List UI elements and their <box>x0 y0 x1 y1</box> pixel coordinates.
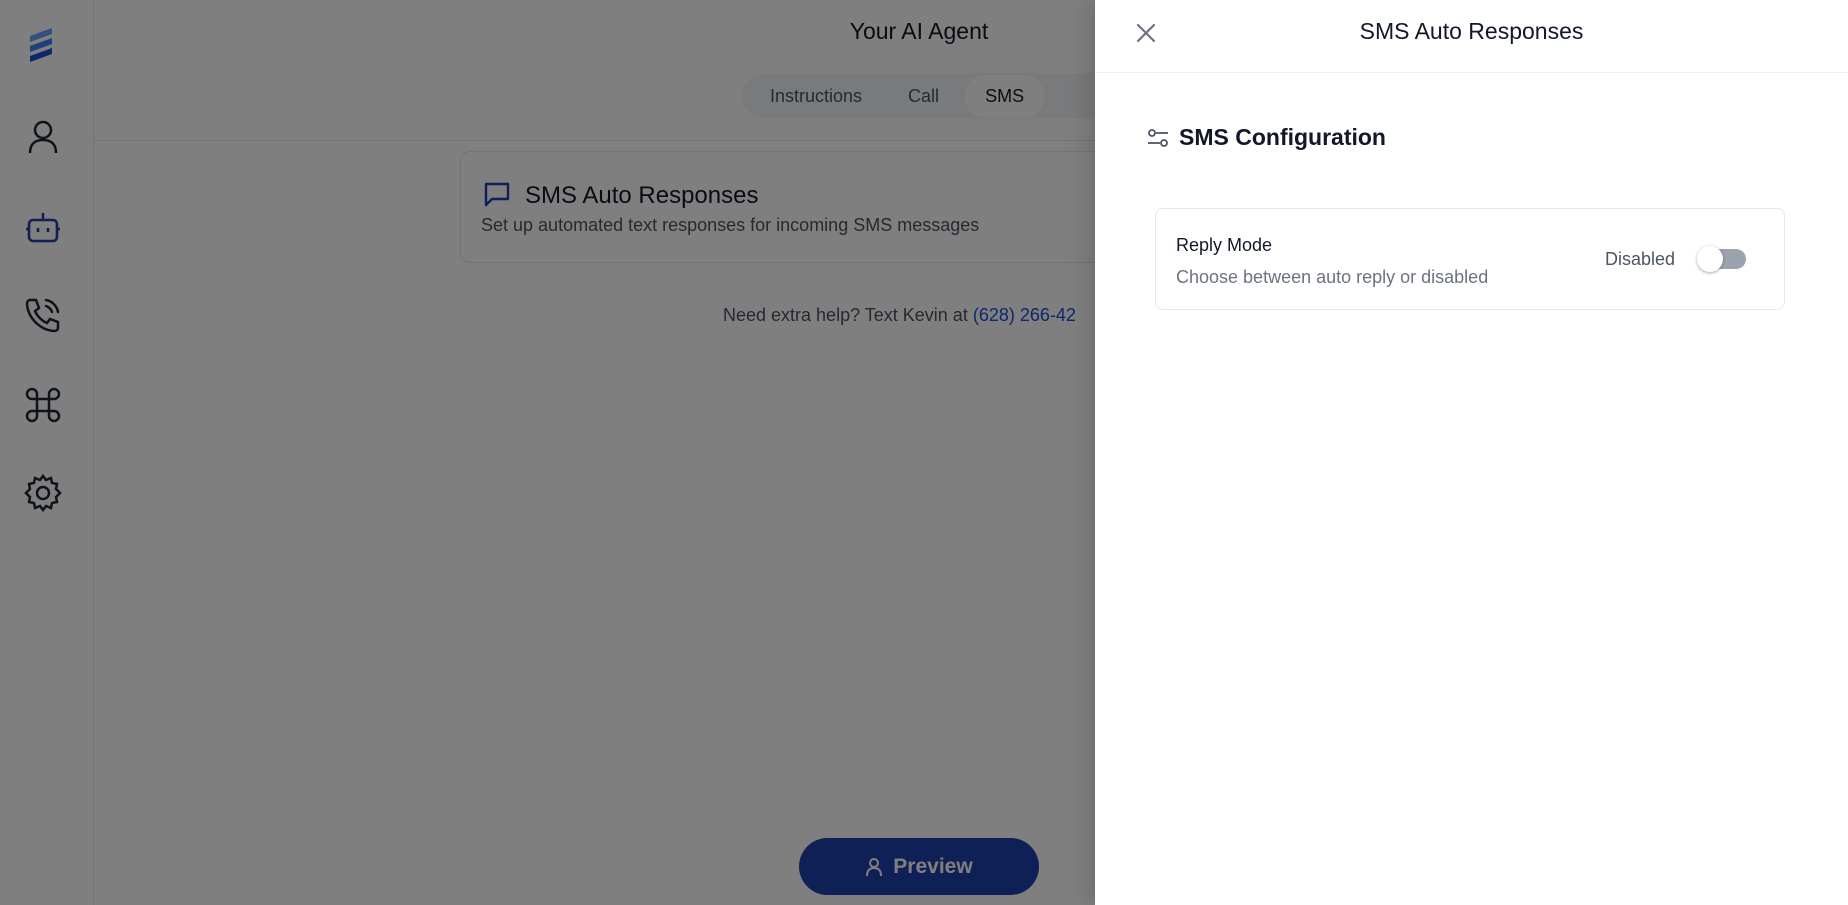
toggle-knob <box>1697 246 1723 272</box>
setting-description: Choose between auto reply or disabled <box>1176 267 1489 287</box>
reply-mode-setting: Reply Mode Choose between auto reply or … <box>1155 208 1785 310</box>
setting-label: Reply Mode <box>1176 235 1273 255</box>
status-text: Disabled <box>1605 249 1676 269</box>
sliders-icon <box>1148 128 1168 147</box>
drawer-header: SMS Auto Responses <box>1095 0 1848 73</box>
section-title: SMS Configuration <box>1179 124 1386 150</box>
close-icon <box>1136 23 1156 43</box>
close-button[interactable] <box>1131 18 1161 48</box>
modal-backdrop[interactable] <box>0 0 1095 905</box>
reply-mode-toggle[interactable] <box>1697 246 1746 272</box>
drawer-title: SMS Auto Responses <box>1359 18 1584 44</box>
sms-auto-responses-drawer: SMS Auto Responses SMS Configuration Rep… <box>1095 0 1848 905</box>
section-header: SMS Configuration <box>1147 124 1386 151</box>
